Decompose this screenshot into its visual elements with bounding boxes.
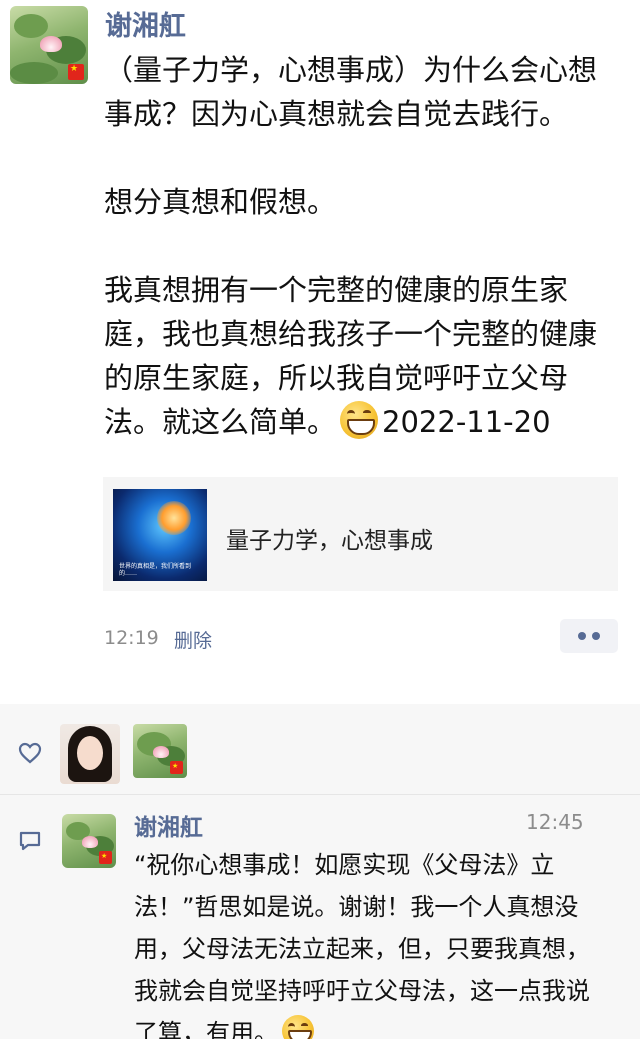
avatar-leaf <box>10 62 58 84</box>
china-flag-icon: ★ <box>68 64 84 80</box>
interactions-panel: ★ ★ 谢湘舡 12:45 “祝你心想事成！如愿实现《父母法》立法！”哲思如是说… <box>0 704 640 1039</box>
china-flag-icon: ★ <box>99 851 112 864</box>
post-author-name[interactable]: 谢湘舡 <box>105 4 186 43</box>
like-avatar[interactable] <box>60 724 120 784</box>
comment-author-name[interactable]: 谢湘舡 <box>134 808 203 842</box>
post-date: 2022-11-20 <box>382 405 551 439</box>
comment-text-body: “祝你心想事成！如愿实现《父母法》立法！”哲思如是说。谢谢！我一个人真想没用，父… <box>134 851 590 1039</box>
divider <box>0 794 640 795</box>
delete-button[interactable]: 删除 <box>174 626 212 653</box>
avatar-leaf <box>14 14 48 38</box>
link-card[interactable]: 世界的真相是，我们所看到的…… 量子力学，心想事成 <box>103 477 618 591</box>
link-card-title: 量子力学，心想事成 <box>226 528 433 554</box>
grin-emoji-icon <box>282 1015 314 1039</box>
avatar-face <box>77 736 103 770</box>
post-paragraph: （量子力学，心想事成）为什么会心想事成？因为心真想就会自觉去践行。 <box>104 53 598 131</box>
comment-author-avatar[interactable]: ★ <box>62 814 116 868</box>
china-flag-icon: ★ <box>170 761 183 774</box>
link-thumbnail: 世界的真相是，我们所看到的…… <box>113 489 207 581</box>
heart-icon <box>18 742 42 764</box>
grin-emoji-icon <box>340 401 379 439</box>
comment-text[interactable]: “祝你心想事成！如愿实现《父母法》立法！”哲思如是说。谢谢！我一个人真想没用，父… <box>134 844 604 1039</box>
post-paragraph: 我真想拥有一个完整的健康的原生家庭，我也真想给我孩子一个完整的健康的原生家庭，所… <box>104 268 604 444</box>
post-text: （量子力学，心想事成）为什么会心想事成？因为心真想就会自觉去践行。 想分真想和假… <box>104 48 604 444</box>
like-avatar[interactable]: ★ <box>133 724 187 778</box>
post-time: 12:19 <box>104 627 159 649</box>
lotus-icon <box>153 746 169 758</box>
brain-glow <box>157 501 191 535</box>
lotus-icon <box>40 36 62 52</box>
more-dots-icon[interactable] <box>560 619 618 653</box>
lotus-icon <box>82 836 98 848</box>
likes-row: ★ <box>0 704 640 794</box>
thumbnail-caption: 世界的真相是，我们所看到的…… <box>119 563 192 577</box>
post-paragraph: 想分真想和假想。 <box>104 185 337 219</box>
author-avatar[interactable]: ★ <box>10 6 88 84</box>
comment-time: 12:45 <box>526 810 584 834</box>
comment-bubble-icon <box>19 831 41 851</box>
